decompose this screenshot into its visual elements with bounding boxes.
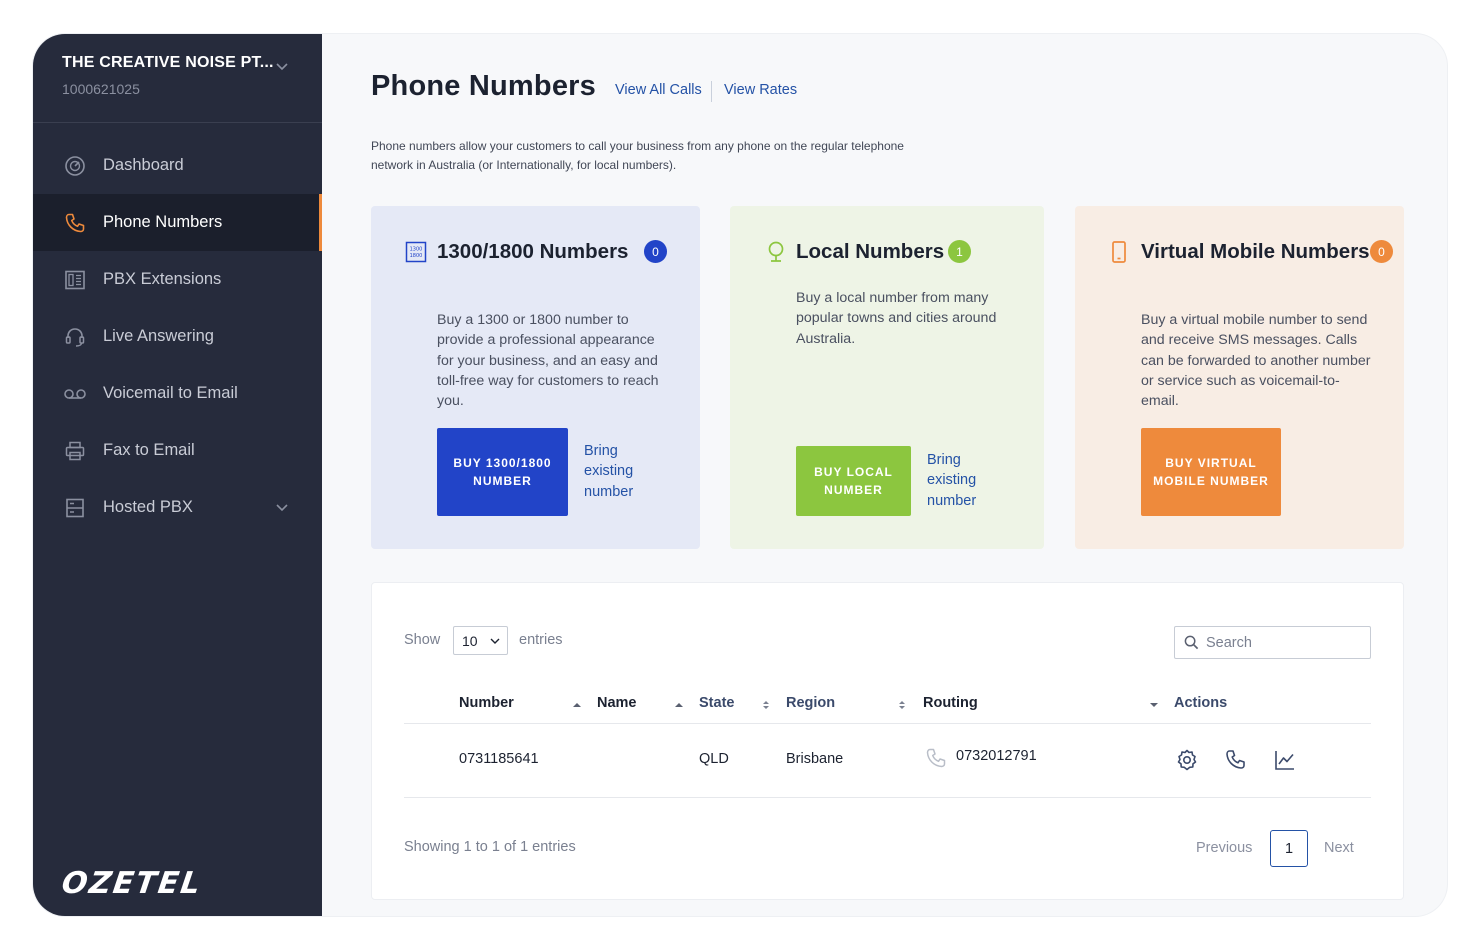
header-divider [404, 723, 1371, 724]
mobile-phone-icon [1112, 241, 1126, 263]
sidebar-item-pbx-extensions[interactable]: PBX Extensions [33, 251, 322, 308]
chevron-down-icon [490, 638, 500, 644]
column-header-number[interactable]: Number [459, 695, 514, 711]
sidebar-item-label: Hosted PBX [103, 498, 193, 516]
phone-icon [62, 210, 88, 236]
cell-region: Brisbane [786, 751, 844, 767]
column-header-name[interactable]: Name [597, 695, 637, 711]
view-all-calls-link[interactable]: View All Calls [615, 82, 702, 98]
card-title: 1300/1800 Numbers [437, 240, 629, 263]
sidebar-nav: Dashboard Phone Numbers PBX Extensions L… [33, 137, 322, 536]
sidebar-item-label: Voicemail to Email [103, 384, 238, 402]
sidebar-item-voicemail-to-email[interactable]: Voicemail to Email [33, 365, 322, 422]
account-switcher[interactable]: THE CREATIVE NOISE PT... 1000621025 [33, 34, 322, 123]
count-badge: 0 [1370, 240, 1393, 263]
pagination-page-1[interactable]: 1 [1270, 830, 1308, 867]
svg-text:1300: 1300 [410, 247, 423, 253]
server-icon [62, 495, 88, 521]
main-content: Phone Numbers View All Calls View Rates … [322, 34, 1447, 916]
column-header-region[interactable]: Region [786, 695, 835, 711]
search-input[interactable]: Search [1174, 626, 1371, 659]
svg-text:1800: 1800 [410, 253, 423, 259]
pbx-extensions-icon [62, 267, 88, 293]
call-phone-icon[interactable] [1224, 748, 1248, 772]
page-title: Phone Numbers [371, 70, 596, 102]
headset-icon [62, 324, 88, 350]
cell-routing: 0732012791 [956, 748, 1037, 764]
pagination-previous[interactable]: Previous [1196, 840, 1252, 856]
sidebar-item-label: Fax to Email [103, 441, 195, 459]
sidebar-item-label: Phone Numbers [103, 213, 223, 231]
sort-asc-icon[interactable] [572, 699, 582, 711]
buy-1300-1800-number-button[interactable]: BUY 1300/1800 NUMBER [437, 428, 568, 516]
settings-gear-icon[interactable] [1175, 748, 1199, 772]
cell-number: 0731185641 [459, 751, 539, 767]
sort-both-icon[interactable] [897, 699, 907, 711]
row-divider [404, 797, 1371, 798]
entries-per-page-select[interactable]: 10 [453, 626, 508, 655]
sidebar-item-label: Live Answering [103, 327, 214, 345]
card-1300-1800-numbers: 1300 1800 1300/1800 Numbers 0 Buy a 1300 … [371, 206, 700, 549]
dashboard-gauge-icon [62, 153, 88, 179]
ozetel-logo: OZETEL [59, 866, 205, 901]
routing-phone-icon [926, 748, 946, 768]
entries-value: 10 [462, 632, 478, 649]
chevron-down-icon [276, 504, 288, 512]
sort-desc-icon[interactable] [1149, 699, 1159, 711]
search-icon [1184, 635, 1199, 650]
show-label: Show [404, 632, 441, 648]
printer-icon [62, 438, 88, 464]
account-name: THE CREATIVE NOISE PT... [62, 54, 274, 71]
chevron-down-icon[interactable] [274, 58, 290, 74]
sidebar-item-label: Dashboard [103, 156, 184, 174]
column-header-actions: Actions [1174, 695, 1228, 711]
sidebar-item-label: PBX Extensions [103, 270, 222, 288]
cell-state: QLD [699, 751, 729, 767]
card-description: Buy a local number from many popular tow… [796, 290, 997, 347]
column-header-state[interactable]: State [699, 695, 734, 711]
card-description: Buy a 1300 or 1800 number to provide a p… [437, 312, 659, 410]
sidebar-item-live-answering[interactable]: Live Answering [33, 308, 322, 365]
card-virtual-mobile-numbers: Virtual Mobile Numbers 0 Buy a virtual m… [1075, 206, 1404, 549]
sidebar-item-dashboard[interactable]: Dashboard [33, 137, 322, 194]
sort-both-icon[interactable] [761, 699, 771, 711]
sidebar-item-phone-numbers[interactable]: Phone Numbers [33, 194, 322, 251]
card-local-numbers: Local Numbers 1 Buy a local number from … [730, 206, 1044, 549]
card-title: Local Numbers [796, 240, 945, 263]
card-title: Virtual Mobile Numbers [1141, 240, 1370, 263]
count-badge: 0 [644, 240, 667, 263]
bring-existing-number-link[interactable]: Bring existing number [927, 450, 1007, 511]
sidebar-item-hosted-pbx[interactable]: Hosted PBX [33, 479, 322, 536]
intro-text: Phone numbers allow your customers to ca… [371, 139, 904, 172]
count-badge: 1 [948, 240, 971, 263]
showing-entries-info: Showing 1 to 1 of 1 entries [404, 839, 576, 855]
toll-free-number-icon: 13001800 [405, 241, 427, 263]
stats-chart-icon[interactable] [1273, 748, 1297, 772]
search-placeholder: Search [1206, 634, 1252, 651]
bring-existing-number-link[interactable]: Bring existing number [584, 441, 664, 502]
location-pin-icon [768, 241, 784, 262]
voicemail-icon [62, 381, 88, 407]
pagination-next[interactable]: Next [1324, 840, 1354, 856]
sidebar-item-fax-to-email[interactable]: Fax to Email [33, 422, 322, 479]
view-rates-link[interactable]: View Rates [724, 82, 797, 98]
buy-local-number-button[interactable]: BUY LOCAL NUMBER [796, 446, 911, 516]
card-description: Buy a virtual mobile number to send and … [1141, 312, 1371, 410]
buy-virtual-mobile-number-button[interactable]: BUY VIRTUAL MOBILE NUMBER [1141, 428, 1281, 516]
app-window: THE CREATIVE NOISE PT... 1000621025 Dash… [33, 34, 1447, 916]
link-divider [711, 81, 712, 102]
sort-asc-icon[interactable] [674, 699, 684, 711]
account-id: 1000621025 [62, 81, 140, 97]
numbers-table-panel: Show 10 entries Search Number Name State… [371, 582, 1404, 900]
sidebar: THE CREATIVE NOISE PT... 1000621025 Dash… [33, 34, 322, 916]
column-header-routing[interactable]: Routing [923, 695, 978, 711]
entries-label: entries [519, 632, 563, 648]
